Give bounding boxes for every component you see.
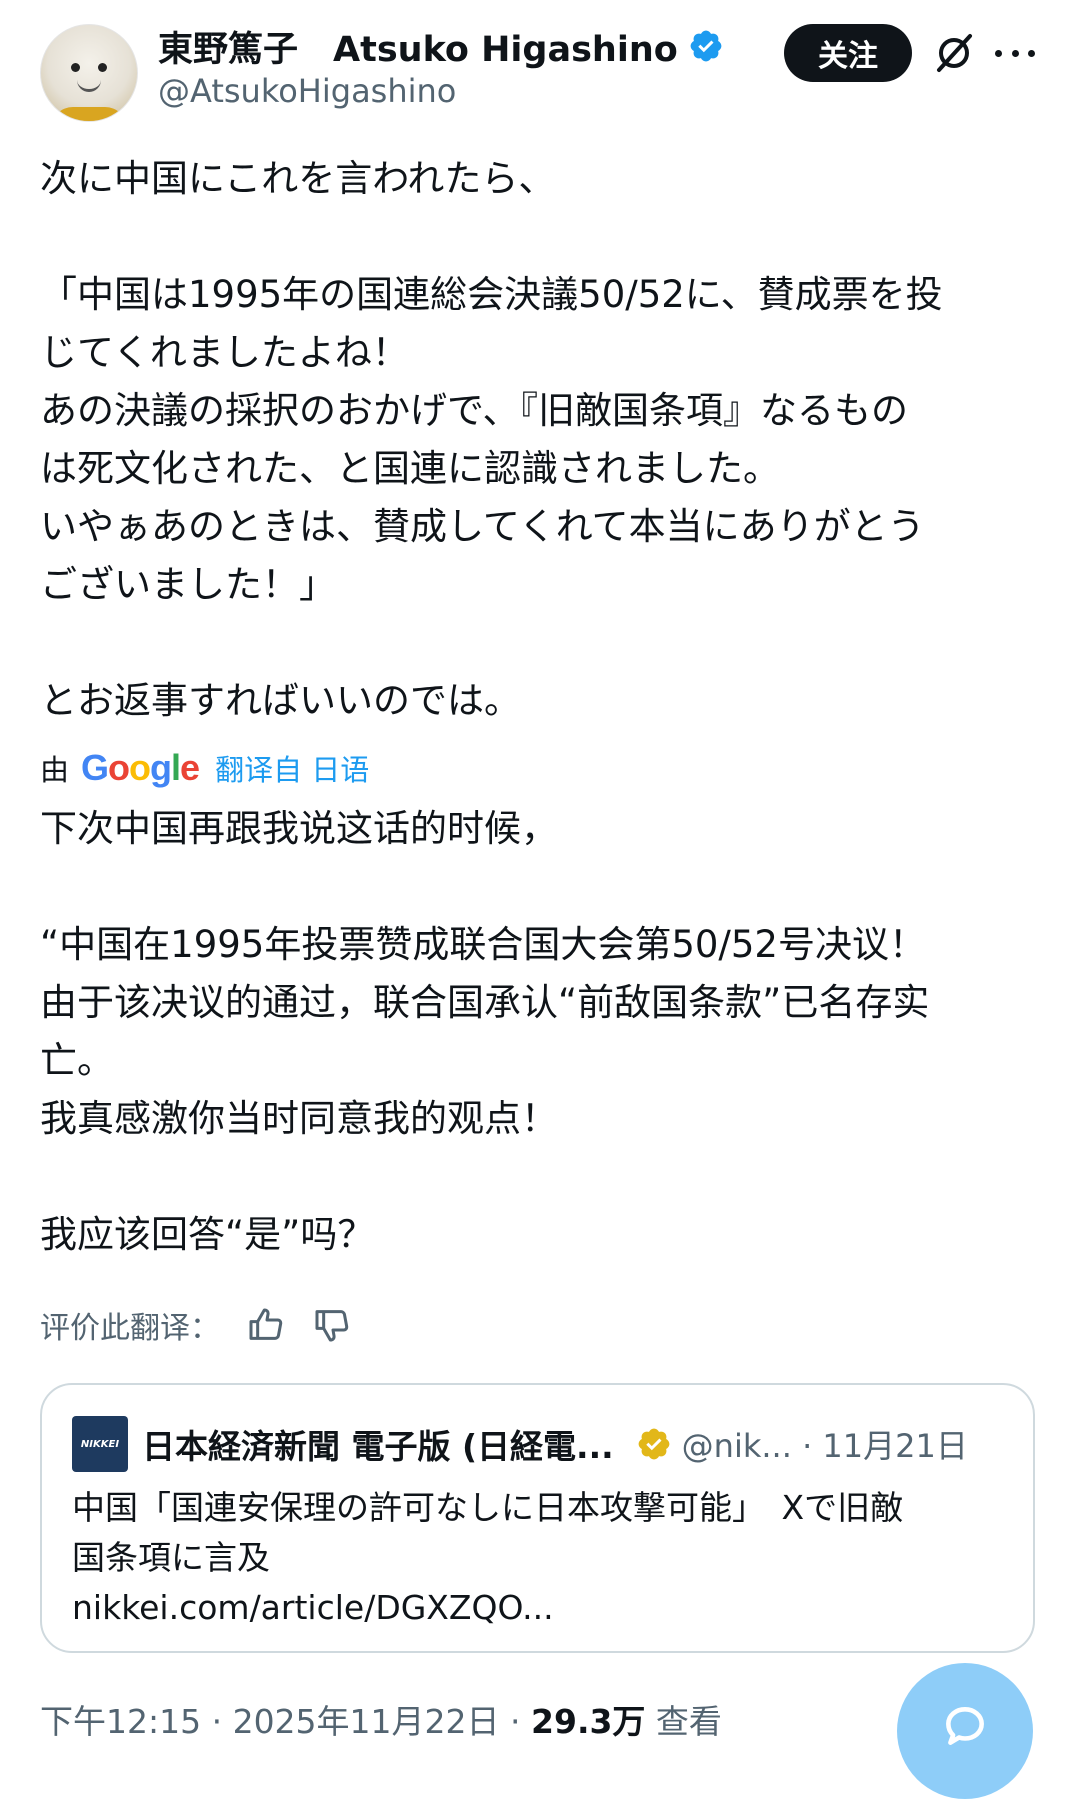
rate-translation-label: 评价此翻译： [40, 1311, 220, 1346]
quoted-line: 国条項に言及 [72, 1538, 270, 1577]
tweet-header: 東野篤子 Atsuko Higashino @AtsukoHigashino 关… [40, 22, 1040, 122]
tweet-line: じてくれましたよね！ [40, 331, 409, 374]
avatar-base [51, 107, 127, 121]
quoted-post-card[interactable]: NIKKEI 日本経済新聞 電子版 (日経電... @nik... · 11月2… [40, 1383, 1035, 1653]
author-handle[interactable]: @AtsukoHigashino [158, 72, 724, 110]
tweet-line: 「中国は1995年の国連総会決議50/52に、賛成票を投 [40, 273, 943, 316]
nikkei-logo: NIKKEI [72, 1416, 128, 1472]
translation-line: 下次中国再跟我说这话的时候， [40, 807, 558, 850]
follow-button[interactable]: 关注 [784, 24, 912, 82]
quoted-post-body: 中国「国連安保理の許可なしに日本攻撃可能」 Xで旧敵 国条項に言及 nikkei… [72, 1483, 1012, 1633]
google-logo: Google [81, 747, 200, 788]
avatar-eye-right [98, 63, 107, 72]
translation-line: 我真感激你当时同意我的观点！ [40, 1097, 558, 1140]
tweet-text: 次に中国にこれを言われたら、 「中国は1995年の国連総会決議50/52に、賛成… [40, 150, 1040, 730]
avatar[interactable] [40, 24, 138, 122]
translation-line: 我应该回答“是”吗？ [40, 1213, 375, 1256]
translated-text: 下次中国再跟我说这话的时候， “中国在1995年投票赞成联合国大会第50/52号… [40, 800, 1040, 1264]
tweet-line [40, 614, 1040, 672]
grok-icon[interactable] [933, 32, 975, 74]
translation-line: 由于该决议的通过，联合国承认“前敌国条款”已名存实 [40, 981, 930, 1024]
post-meta: 下午12:15 · 2025年11月22日 · 29.3万 查看 [40, 1695, 722, 1743]
translated-from-link[interactable]: 翻译自 日语 [215, 747, 369, 789]
tweet-line: は死文化された、と国連に認識されました。 [40, 447, 780, 490]
author-display-name[interactable]: 東野篤子 Atsuko Higashino [158, 21, 678, 72]
avatar-eye-left [71, 63, 80, 72]
views-label: 查看 [645, 1702, 722, 1741]
thumbs-down-icon[interactable] [312, 1305, 352, 1345]
translated-by-label: 由 [40, 753, 70, 787]
translation-line [40, 858, 1040, 916]
thumbs-up-icon[interactable] [246, 1305, 286, 1345]
translation-line [40, 1148, 1040, 1206]
quoted-post-header: NIKKEI 日本経済新聞 電子版 (日経電... @nik... · 11月2… [72, 1413, 1012, 1475]
avatar-mouth [77, 79, 101, 92]
translation-line: 亡。 [40, 1039, 114, 1082]
verified-badge-icon [690, 30, 722, 62]
author-info[interactable]: 東野篤子 Atsuko Higashino @AtsukoHigashino [158, 22, 724, 110]
views-count: 29.3万 [531, 1702, 646, 1741]
rate-translation: 评价此翻译： [40, 1298, 352, 1352]
quoted-source-name[interactable]: 日本経済新聞 電子版 (日経電... [142, 1420, 614, 1468]
tweet-line: いやぁあのときは、賛成してくれて本当にありがとう [40, 505, 925, 548]
quoted-handle-date: @nik... · 11月21日 [681, 1427, 968, 1465]
compose-reply-icon [946, 1707, 984, 1745]
quoted-line: 中国「国連安保理の許可なしに日本攻撃可能」 Xで旧敵 [72, 1488, 904, 1527]
gold-verified-badge-icon [638, 1428, 670, 1460]
post-timestamp[interactable]: 下午12:15 · 2025年11月22日 · [40, 1702, 531, 1741]
translation-line: “中国在1995年投票赞成联合国大会第50/52号决议！ [40, 923, 926, 966]
quoted-link[interactable]: nikkei.com/article/DGXZQO... [72, 1583, 1012, 1633]
translation-attribution: 由 Google 翻译自 日语 [40, 742, 369, 794]
tweet-line: ございました！」 [40, 563, 336, 606]
tweet-line: あの決議の採択のおかげで、『旧敵国条項』なるもの [40, 389, 909, 432]
tweet-line: 次に中国にこれを言われたら、 [40, 157, 556, 200]
more-icon[interactable] [995, 34, 1035, 72]
compose-reply-button[interactable] [897, 1663, 1033, 1799]
tweet-line: とお返事すればいいのでは。 [40, 679, 521, 722]
tweet-line [40, 208, 1040, 266]
